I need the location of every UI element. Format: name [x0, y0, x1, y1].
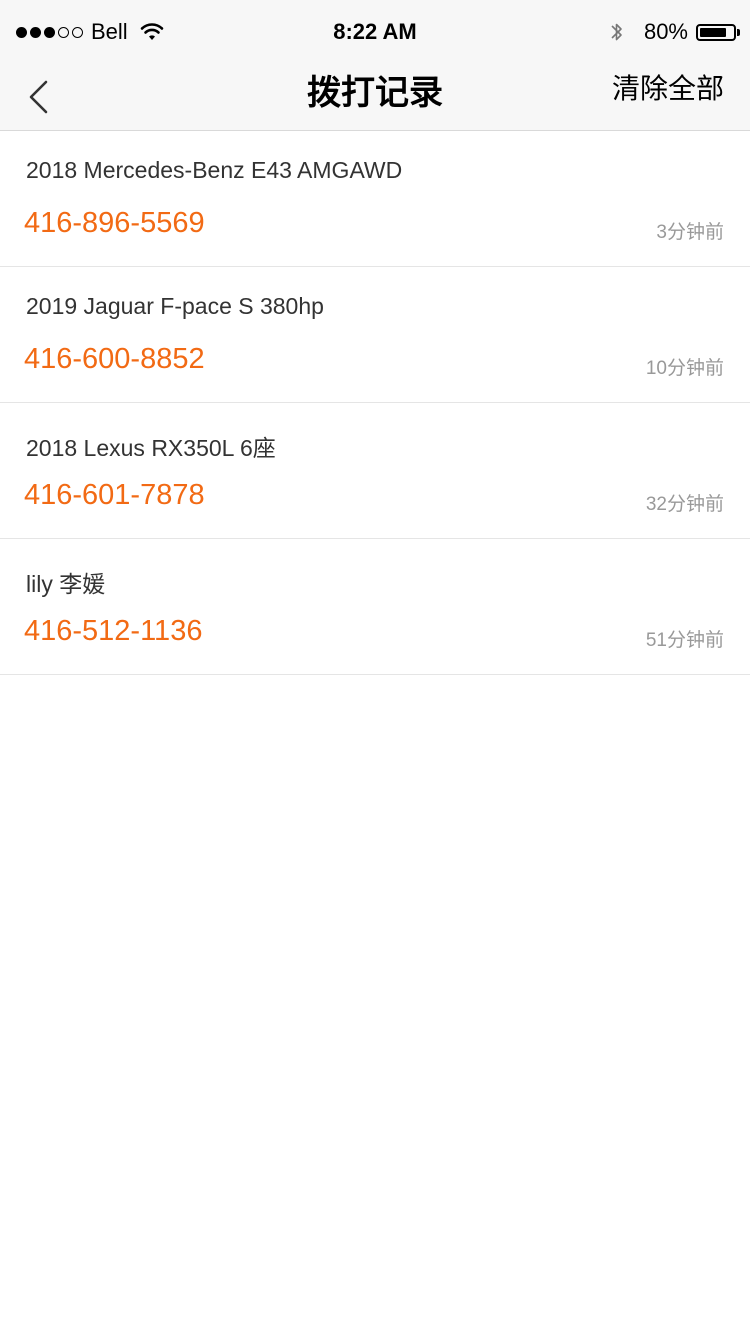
back-button[interactable] [18, 72, 58, 122]
call-record-name: 2018 Lexus RX350L 6座 [26, 435, 276, 461]
call-record-item[interactable]: lily 李媛 416-512-1136 51分钟前 [0, 539, 750, 675]
call-record-name: lily 李媛 [26, 571, 106, 597]
battery-percentage: 80% [643, 19, 688, 44]
battery-icon [696, 23, 736, 41]
call-record-phone[interactable]: 416-896-5569 [24, 207, 205, 240]
clear-all-button[interactable]: 清除全部 [612, 64, 724, 130]
chevron-left-icon [29, 80, 48, 114]
battery-tip [737, 28, 740, 36]
call-history-list: 2018 Mercedes-Benz E43 AMGAWD 416-896-55… [0, 131, 750, 675]
bluetooth-icon [611, 23, 622, 41]
call-record-item[interactable]: 2019 Jaguar F-pace S 380hp 416-600-8852 … [0, 267, 750, 403]
call-record-time: 3分钟前 [656, 222, 724, 243]
status-right: 80% [610, 18, 740, 46]
call-record-phone[interactable]: 416-601-7878 [24, 479, 205, 512]
navigation-bar: 拨打记录 清除全部 [0, 64, 750, 131]
call-record-name: 2018 Mercedes-Benz E43 AMGAWD [26, 157, 403, 183]
battery-level [700, 27, 726, 37]
call-record-time: 51分钟前 [645, 630, 724, 651]
call-record-name: 2019 Jaguar F-pace S 380hp [26, 293, 324, 319]
call-record-item[interactable]: 2018 Lexus RX350L 6座 416-601-7878 32分钟前 [0, 403, 750, 539]
call-record-phone[interactable]: 416-512-1136 [24, 615, 202, 648]
call-record-phone[interactable]: 416-600-8852 [24, 343, 205, 376]
status-bar: Bell 8:22 AM 80% [0, 0, 750, 64]
call-record-time: 10分钟前 [645, 358, 724, 379]
call-record-item[interactable]: 2018 Mercedes-Benz E43 AMGAWD 416-896-55… [0, 131, 750, 267]
call-record-time: 32分钟前 [645, 494, 724, 515]
